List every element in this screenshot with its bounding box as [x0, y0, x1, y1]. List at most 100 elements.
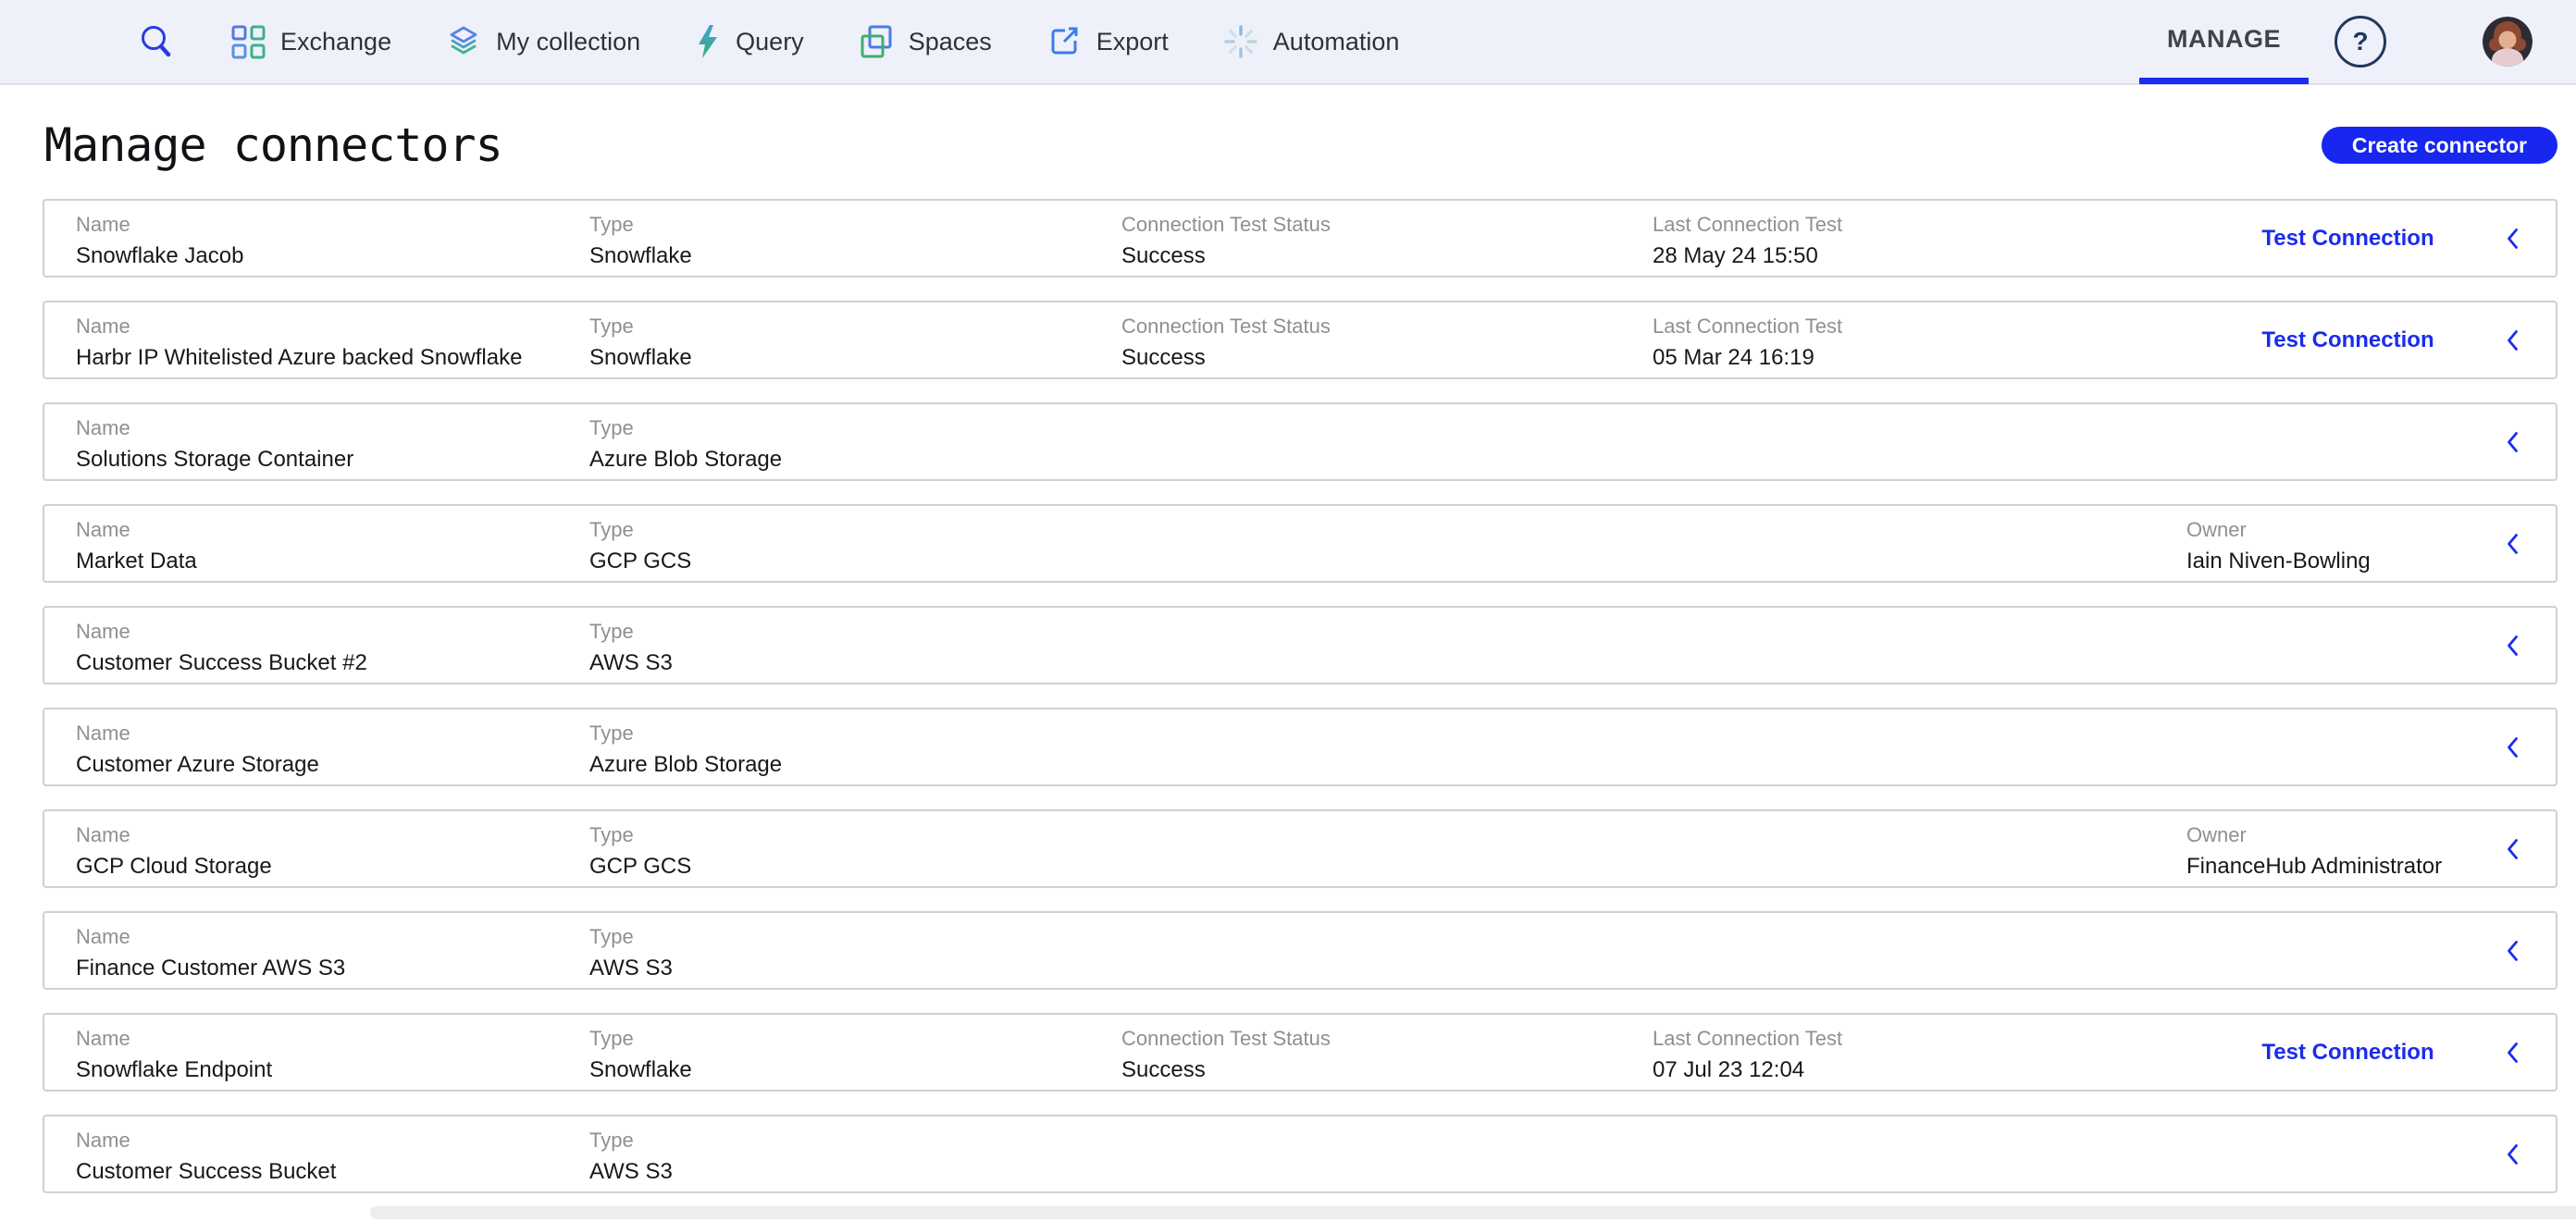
nav-item-label: Query: [736, 28, 804, 56]
nav-item-spaces[interactable]: Spaces: [858, 23, 992, 60]
avatar[interactable]: [2483, 17, 2533, 67]
owner-value: FinanceHub Administrator: [2186, 853, 2442, 881]
tab-manage[interactable]: MANAGE: [2139, 1, 2309, 84]
horizontal-scrollbar-thumb[interactable]: [370, 1206, 2576, 1219]
nav-right: MANAGE ?: [2139, 0, 2576, 83]
name-value: Customer Azure Storage: [76, 751, 319, 779]
type-field: Type Snowflake: [589, 1027, 692, 1084]
name-value: Solutions Storage Container: [76, 446, 353, 474]
create-connector-button[interactable]: Create connector: [2322, 127, 2557, 164]
connector-row[interactable]: Name Customer Success Bucket #2 Type AWS…: [43, 606, 2557, 684]
chevron-left-icon[interactable]: [2507, 431, 2519, 452]
name-field: Name Finance Customer AWS S3: [76, 925, 345, 982]
nav-item-export[interactable]: Export: [1046, 23, 1169, 60]
name-value: Customer Success Bucket #2: [76, 649, 367, 677]
name-label: Name: [76, 722, 319, 746]
name-field: Name Snowflake Endpoint: [76, 1027, 272, 1084]
owner-value: Iain Niven-Bowling: [2186, 548, 2371, 575]
type-label: Type: [589, 1128, 673, 1153]
nav-item-my-collection[interactable]: My collection: [445, 23, 640, 60]
type-field: Type GCP GCS: [589, 518, 691, 575]
name-field: Name Customer Success Bucket: [76, 1128, 336, 1186]
chevron-left-icon[interactable]: [2507, 533, 2519, 554]
connector-row[interactable]: Name Customer Azure Storage Type Azure B…: [43, 708, 2557, 786]
name-field: Name Customer Azure Storage: [76, 722, 319, 779]
connector-row[interactable]: Name Market Data Type GCP GCS Owner Iain…: [43, 504, 2557, 583]
search-button[interactable]: [137, 22, 176, 61]
connector-row[interactable]: Name Solutions Storage Container Type Az…: [43, 402, 2557, 481]
connection-test-status-field: Connection Test Status Success: [1121, 213, 1331, 270]
type-label: Type: [589, 213, 692, 237]
status-label: Connection Test Status: [1121, 314, 1331, 339]
connector-row[interactable]: Name Snowflake Endpoint Type Snowflake C…: [43, 1013, 2557, 1092]
connector-row[interactable]: Name Customer Success Bucket Type AWS S3: [43, 1115, 2557, 1193]
type-label: Type: [589, 925, 673, 949]
chevron-left-icon[interactable]: [2507, 1143, 2519, 1165]
chevron-left-icon[interactable]: [2507, 635, 2519, 656]
chevron-left-icon[interactable]: [2507, 940, 2519, 961]
manage-connectors-screen: Exchange My collection: [0, 0, 2576, 1221]
nav-items: Exchange My collection: [229, 23, 1399, 60]
nav-item-label: My collection: [496, 28, 640, 56]
layers-icon: [445, 23, 482, 60]
chevron-left-icon[interactable]: [2507, 329, 2519, 351]
type-label: Type: [589, 518, 691, 542]
type-value: AWS S3: [589, 1158, 673, 1186]
connector-row[interactable]: Name Finance Customer AWS S3 Type AWS S3: [43, 911, 2557, 990]
nav-item-label: Spaces: [909, 28, 992, 56]
search-icon: [137, 22, 176, 61]
name-value: Market Data: [76, 548, 197, 575]
name-value: Harbr IP Whitelisted Azure backed Snowfl…: [76, 344, 522, 372]
connection-test-status-field: Connection Test Status Success: [1121, 1027, 1331, 1084]
chevron-left-icon[interactable]: [2507, 736, 2519, 758]
name-field: Name Solutions Storage Container: [76, 416, 353, 474]
last-connection-test-field: Last Connection Test 07 Jul 23 12:04: [1653, 1027, 1842, 1084]
name-field: Name Harbr IP Whitelisted Azure backed S…: [76, 314, 522, 372]
name-label: Name: [76, 925, 345, 949]
sparkle-icon: [1222, 23, 1259, 60]
export-icon: [1046, 23, 1083, 60]
name-field: Name Market Data: [76, 518, 197, 575]
test-connection-link[interactable]: Test Connection: [2186, 1040, 2509, 1066]
name-field: Name Customer Success Bucket #2: [76, 620, 367, 677]
last-test-value: 28 May 24 15:50: [1653, 242, 1842, 270]
test-connection-link[interactable]: Test Connection: [2186, 226, 2509, 252]
type-value: Azure Blob Storage: [589, 751, 782, 779]
last-connection-test-field: Last Connection Test 05 Mar 24 16:19: [1653, 314, 1842, 372]
test-connection-link[interactable]: Test Connection: [2186, 327, 2509, 353]
owner-label: Owner: [2186, 518, 2371, 542]
type-label: Type: [589, 620, 673, 644]
connector-list: Name Snowflake Jacob Type Snowflake Conn…: [43, 199, 2557, 1193]
type-label: Type: [589, 416, 782, 440]
connector-row[interactable]: Name Harbr IP Whitelisted Azure backed S…: [43, 301, 2557, 379]
name-label: Name: [76, 1027, 272, 1051]
owner-label: Owner: [2186, 823, 2442, 847]
chevron-left-icon[interactable]: [2507, 1042, 2519, 1063]
nav-item-label: Exchange: [280, 28, 391, 56]
owner-field: Owner Iain Niven-Bowling: [2186, 518, 2371, 575]
type-value: Snowflake: [589, 242, 692, 270]
nav-item-query[interactable]: Query: [694, 23, 804, 60]
type-label: Type: [589, 823, 691, 847]
type-field: Type AWS S3: [589, 925, 673, 982]
connector-row[interactable]: Name Snowflake Jacob Type Snowflake Conn…: [43, 199, 2557, 278]
chevron-left-icon[interactable]: [2507, 228, 2519, 249]
name-label: Name: [76, 823, 272, 847]
nav-item-exchange[interactable]: Exchange: [229, 23, 391, 60]
top-nav: Exchange My collection: [0, 0, 2576, 85]
nav-item-automation[interactable]: Automation: [1222, 23, 1400, 60]
chevron-left-icon[interactable]: [2507, 838, 2519, 859]
type-field: Type AWS S3: [589, 1128, 673, 1186]
name-value: Snowflake Jacob: [76, 242, 243, 270]
name-label: Name: [76, 518, 197, 542]
connector-row[interactable]: Name GCP Cloud Storage Type GCP GCS Owne…: [43, 809, 2557, 888]
type-field: Type Snowflake: [589, 314, 692, 372]
last-test-label: Last Connection Test: [1653, 1027, 1842, 1051]
help-button[interactable]: ?: [2334, 16, 2386, 68]
page-title: Manage connectors: [44, 118, 502, 172]
type-label: Type: [589, 314, 692, 339]
type-value: GCP GCS: [589, 853, 691, 881]
bolt-icon: [694, 23, 722, 60]
last-test-value: 07 Jul 23 12:04: [1653, 1056, 1842, 1084]
owner-field: Owner FinanceHub Administrator: [2186, 823, 2442, 881]
